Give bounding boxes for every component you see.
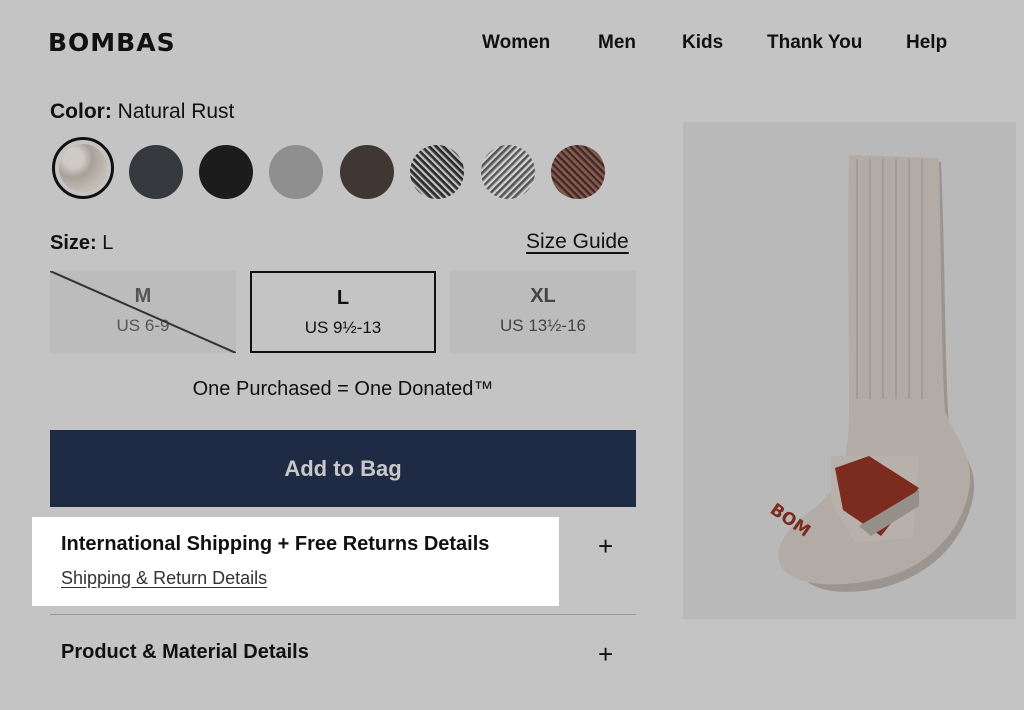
size-value: L xyxy=(102,232,114,254)
size-selection-label: Size: L xyxy=(50,232,113,255)
color-value: Natural Rust xyxy=(117,100,235,123)
swatch-grey-marl[interactable] xyxy=(481,145,535,199)
unavailable-strike-icon xyxy=(50,271,236,353)
shipping-highlight xyxy=(32,517,559,606)
nav-help[interactable]: Help xyxy=(906,32,947,54)
nav-men[interactable]: Men xyxy=(598,32,636,54)
bombas-logo[interactable]: BOMBAS xyxy=(48,28,176,57)
swatch-black-white-marl[interactable] xyxy=(410,145,464,199)
size-option-m[interactable]: M US 6-9 xyxy=(50,271,236,353)
color-label: Color: xyxy=(50,100,112,123)
accordion-divider xyxy=(50,614,636,615)
size-option-l[interactable]: L US 9½-13 xyxy=(250,271,436,353)
size-guide-link[interactable]: Size Guide xyxy=(526,230,629,254)
size-option-label: L xyxy=(336,287,350,309)
add-to-bag-button[interactable]: Add to Bag xyxy=(50,430,636,507)
size-option-us: US 13½-16 xyxy=(500,316,586,335)
size-option-us: US 9½-13 xyxy=(304,318,382,337)
swatch-black[interactable] xyxy=(199,145,253,199)
swatch-grey[interactable] xyxy=(269,145,323,199)
color-selection-label: Color: Natural Rust xyxy=(50,100,234,124)
sock-illustration: BOM xyxy=(766,155,975,592)
shipping-return-details-link[interactable]: Shipping & Return Details xyxy=(61,568,267,589)
swatch-natural-rust[interactable] xyxy=(52,137,114,199)
size-option-xl[interactable]: XL US 13½-16 xyxy=(450,271,636,353)
swatch-charcoal[interactable] xyxy=(129,145,183,199)
nav-women[interactable]: Women xyxy=(482,32,550,54)
size-option-label: XL xyxy=(530,285,556,307)
shipping-expand-plus-icon[interactable]: + xyxy=(598,533,613,559)
shipping-accordion-title[interactable]: International Shipping + Free Returns De… xyxy=(61,533,489,556)
color-swatches xyxy=(50,137,630,207)
nav-kids[interactable]: Kids xyxy=(682,32,723,54)
swatch-brown[interactable] xyxy=(340,145,394,199)
donation-message: One Purchased = One Donated™ xyxy=(192,378,494,400)
product-material-accordion-title[interactable]: Product & Material Details xyxy=(61,641,309,664)
product-expand-plus-icon[interactable]: + xyxy=(598,641,613,667)
size-label: Size: xyxy=(50,232,97,254)
product-image: BOM xyxy=(683,122,1016,619)
nav-thank-you[interactable]: Thank You xyxy=(767,32,862,54)
swatch-rust-marl[interactable] xyxy=(551,145,605,199)
